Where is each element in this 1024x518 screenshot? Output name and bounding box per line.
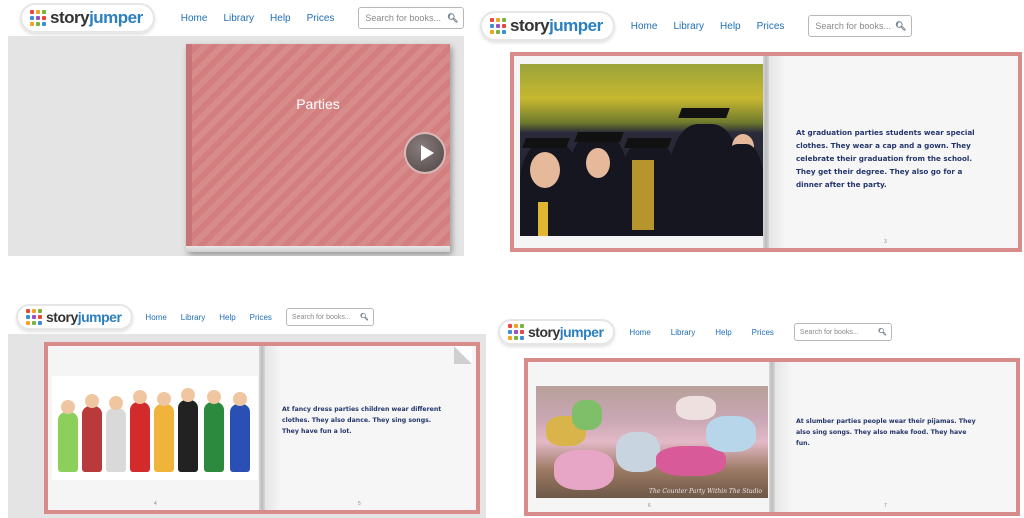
search-placeholder: Search for books... — [291, 313, 351, 321]
main-nav: Home Library Help Prices — [631, 21, 801, 32]
photo-caption: The Counter Party Within The Studio — [649, 488, 762, 495]
right-page: At graduation parties students wear spec… — [766, 56, 1018, 248]
page-curl[interactable] — [454, 346, 472, 364]
search-input[interactable]: Search for books... 🔍︎ — [285, 308, 374, 326]
nav-home[interactable]: Home — [145, 313, 166, 322]
nav-library[interactable]: Library — [223, 13, 254, 24]
storyjumper-logo[interactable]: storyjumper — [498, 319, 616, 345]
page-text: At graduation parties students wear spec… — [796, 128, 975, 189]
logo-text: storyjumper — [50, 8, 143, 27]
graduation-photo — [520, 64, 764, 236]
search-input[interactable]: Search for books... 🔍︎ — [793, 323, 892, 341]
open-book[interactable]: 4 At fancy dress parties children wear d… — [44, 342, 480, 514]
main-nav: Home Library Help Prices — [629, 328, 793, 337]
book-gutter — [259, 346, 265, 510]
nav-home[interactable]: Home — [181, 13, 208, 24]
graduation-screenshot: storyjumper Home Library Help Prices Sea… — [472, 8, 1024, 258]
open-book[interactable]: At graduation parties students wear spec… — [510, 52, 1022, 252]
site-header: storyjumper Home Library Help Prices Sea… — [472, 8, 1024, 44]
nav-prices[interactable]: Prices — [250, 313, 272, 322]
cover-title: Parties — [296, 96, 340, 112]
nav-library[interactable]: Library — [673, 21, 704, 32]
slumber-screenshot: storyjumper Home Library Help Prices Sea… — [490, 318, 1024, 518]
storyjumper-logo[interactable]: storyjumper — [480, 11, 615, 41]
left-page: The Counter Party Within The Studio 6 — [528, 362, 772, 512]
nav-library[interactable]: Library — [181, 313, 205, 322]
nav-prices[interactable]: Prices — [757, 21, 785, 32]
fancy-dress-screenshot: storyjumper Home Library Help Prices Sea… — [0, 300, 486, 518]
page-number-right: 7 — [884, 503, 887, 509]
slumber-party-photo: The Counter Party Within The Studio — [536, 386, 768, 498]
site-header: storyjumper Home Library Help Prices Sea… — [0, 0, 468, 36]
storyjumper-logo[interactable]: storyjumper — [16, 304, 134, 330]
nav-help[interactable]: Help — [715, 328, 731, 337]
search-input[interactable]: Search for books... 🔍︎ — [358, 7, 465, 29]
search-input[interactable]: Search for books... 🔍︎ — [808, 15, 913, 37]
search-icon[interactable]: 🔍︎ — [447, 13, 458, 24]
search-icon[interactable]: 🔍︎ — [360, 313, 369, 321]
page-number-left: 4 — [154, 501, 157, 507]
fancy-dress-photo — [52, 376, 258, 480]
search-icon[interactable]: 🔍︎ — [878, 328, 887, 336]
search-placeholder: Search for books... — [365, 13, 441, 23]
book-gutter — [763, 56, 769, 248]
logo-dots-icon — [490, 18, 506, 34]
search-placeholder: Search for books... — [799, 328, 859, 336]
nav-home[interactable]: Home — [631, 21, 658, 32]
left-page — [514, 56, 766, 248]
logo-text: storyjumper — [528, 324, 604, 340]
nav-library[interactable]: Library — [671, 328, 695, 337]
nav-help[interactable]: Help — [720, 21, 741, 32]
site-header: storyjumper Home Library Help Prices Sea… — [0, 300, 486, 334]
page-number-left: 6 — [648, 503, 651, 509]
storyjumper-logo[interactable]: storyjumper — [20, 3, 155, 33]
book-spine — [186, 44, 192, 252]
nav-help[interactable]: Help — [270, 13, 291, 24]
book-gutter — [769, 362, 775, 512]
logo-dots-icon — [508, 324, 524, 340]
page-text: At slumber parties people wear their pij… — [796, 418, 976, 447]
main-nav: Home Library Help Prices — [145, 313, 285, 322]
play-button[interactable] — [404, 132, 446, 174]
page-number-right: 5 — [358, 501, 361, 507]
page-text: At fancy dress parties children wear dif… — [282, 406, 442, 435]
search-icon[interactable]: 🔍︎ — [895, 21, 906, 32]
logo-text: storyjumper — [510, 16, 603, 35]
logo-dots-icon — [26, 309, 42, 325]
nav-help[interactable]: Help — [219, 313, 235, 322]
logo-dots-icon — [30, 10, 46, 26]
nav-home[interactable]: Home — [629, 328, 650, 337]
book-cover[interactable]: Parties — [186, 44, 450, 252]
logo-text: storyjumper — [46, 309, 122, 325]
cover-screenshot: storyjumper Home Library Help Prices Sea… — [0, 0, 468, 256]
search-placeholder: Search for books... — [815, 21, 891, 31]
nav-prices[interactable]: Prices — [307, 13, 335, 24]
cover-pages-edge — [186, 246, 450, 252]
right-page: At slumber parties people wear their pij… — [772, 362, 1016, 512]
left-page: 4 — [48, 346, 262, 510]
play-icon — [420, 145, 434, 161]
right-page: At fancy dress parties children wear dif… — [262, 346, 476, 510]
nav-prices[interactable]: Prices — [752, 328, 774, 337]
open-book[interactable]: The Counter Party Within The Studio 6 At… — [524, 358, 1020, 516]
page-number: 3 — [884, 239, 887, 245]
main-nav: Home Library Help Prices — [181, 13, 351, 24]
site-header: storyjumper Home Library Help Prices Sea… — [490, 318, 1024, 346]
